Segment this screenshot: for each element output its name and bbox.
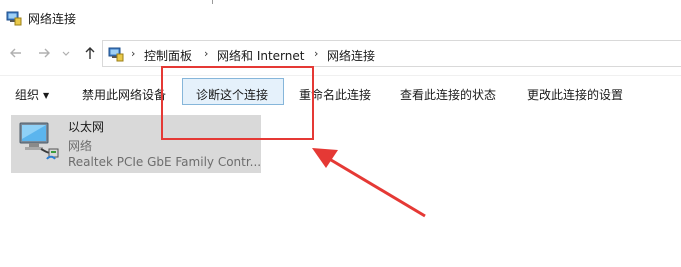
recent-locations-button[interactable]	[61, 45, 71, 61]
arrow-right-icon	[39, 48, 50, 58]
breadcrumb-network-connections[interactable]: 网络连接	[327, 47, 375, 64]
forward-button[interactable]	[36, 45, 52, 61]
disable-device-button[interactable]: 禁用此网络设备	[82, 86, 166, 103]
arrow-left-icon	[10, 48, 21, 58]
network-connections-icon	[6, 11, 22, 26]
address-row: › 控制面板 › 网络和 Internet › 网络连接	[0, 36, 681, 70]
breadcrumb-network-internet[interactable]: 网络和 Internet	[217, 47, 304, 64]
chevron-right-icon[interactable]: ›	[131, 47, 135, 60]
window-title: 网络连接	[28, 12, 77, 26]
annotation-highlight-box	[161, 66, 314, 140]
chevron-down-icon	[62, 51, 70, 56]
network-computer-icon	[19, 122, 59, 160]
chevron-right-icon[interactable]: ›	[314, 47, 318, 60]
up-button[interactable]	[82, 45, 98, 61]
title-bar: 网络连接	[0, 0, 681, 36]
view-status-button[interactable]: 查看此连接的状态	[400, 86, 496, 103]
connection-status: 网络	[68, 139, 93, 153]
caret-down-icon: ▼	[43, 91, 50, 100]
organize-menu[interactable]: 组织 ▼	[15, 86, 49, 103]
connection-adapter: Realtek PCIe GbE Family Contr...	[68, 155, 262, 169]
title-divider	[212, 0, 213, 4]
connection-name: 以太网	[68, 120, 105, 134]
network-connections-icon	[108, 47, 124, 62]
arrow-up-icon	[85, 47, 95, 59]
change-settings-button[interactable]: 更改此连接的设置	[527, 86, 623, 103]
command-bar: 组织 ▼ 禁用此网络设备 诊断这个连接 重命名此连接 查看此连接的状态 更改此连接…	[0, 75, 681, 111]
back-button[interactable]	[8, 45, 24, 61]
organize-label: 组织	[15, 88, 40, 102]
chevron-right-icon[interactable]: ›	[204, 47, 208, 60]
address-bar[interactable]: › 控制面板 › 网络和 Internet › 网络连接	[102, 40, 681, 67]
breadcrumb-control-panel[interactable]: 控制面板	[144, 47, 192, 64]
